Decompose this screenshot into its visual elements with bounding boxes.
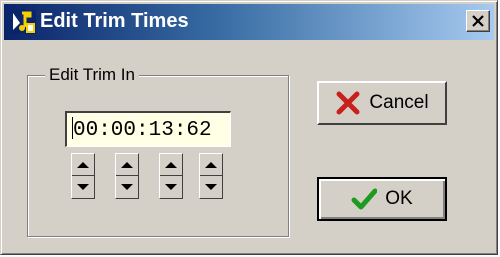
hours-spinner[interactable] (71, 153, 95, 199)
arrow-up-icon (165, 162, 177, 168)
arrow-up-icon (121, 162, 133, 168)
window-title: Edit Trim Times (40, 10, 189, 32)
hours-up-button[interactable] (72, 154, 94, 176)
cancel-button[interactable]: Cancel (317, 81, 447, 125)
minutes-up-button[interactable] (116, 154, 138, 176)
frames-spinner[interactable] (199, 153, 223, 199)
close-icon (472, 15, 484, 27)
edit-trim-times-dialog: Edit Trim Times Edit Trim In 00:00:13:62 (0, 0, 498, 255)
close-button[interactable] (466, 10, 490, 32)
arrow-down-icon (121, 184, 133, 190)
music-app-icon (10, 10, 36, 34)
arrow-up-icon (77, 162, 89, 168)
hours-down-button[interactable] (72, 176, 94, 198)
frames-up-button[interactable] (200, 154, 222, 176)
frames-down-button[interactable] (200, 176, 222, 198)
seconds-down-button[interactable] (160, 176, 182, 198)
ok-label: OK (385, 188, 413, 209)
arrow-down-icon (77, 184, 89, 190)
minutes-spinner[interactable] (115, 153, 139, 199)
red-x-icon (336, 91, 360, 115)
arrow-down-icon (165, 184, 177, 190)
seconds-up-button[interactable] (160, 154, 182, 176)
cancel-label: Cancel (369, 92, 429, 113)
green-check-icon (351, 188, 378, 210)
seconds-spinner[interactable] (159, 153, 183, 199)
edit-trim-in-group (27, 75, 289, 237)
arrow-down-icon (205, 184, 217, 190)
minutes-down-button[interactable] (116, 176, 138, 198)
time-value: 00:00:13:62 (73, 119, 212, 142)
arrow-up-icon (205, 162, 217, 168)
ok-button[interactable]: OK (317, 177, 447, 221)
title-bar[interactable]: Edit Trim Times (4, 4, 494, 40)
trim-in-time-input[interactable]: 00:00:13:62 (65, 111, 231, 147)
group-label: Edit Trim In (45, 65, 139, 85)
